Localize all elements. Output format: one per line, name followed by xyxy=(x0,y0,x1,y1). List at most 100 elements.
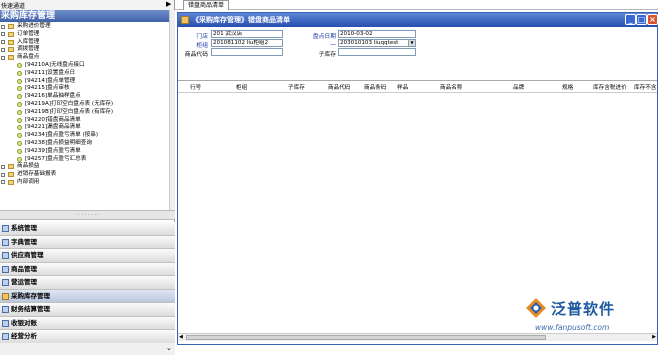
col-header-brand[interactable]: 品牌 xyxy=(513,83,524,91)
tree-label: [94216]单品抽样盘点 xyxy=(25,93,81,100)
module-menu-item[interactable]: 字典管理 xyxy=(0,235,175,249)
tree-item[interactable]: [94210A]无线盘点接口 xyxy=(0,62,169,70)
tree-item[interactable]: [94216]单品抽样盘点 xyxy=(0,93,169,101)
top-bar: 快速通道 ▶ 错盘商品清单 xyxy=(0,0,658,10)
tree-folder[interactable]: 商品盘点 xyxy=(0,54,169,62)
expand-icon[interactable] xyxy=(1,47,5,52)
report-icon xyxy=(17,70,22,76)
tree-item[interactable]: [94221]漏盘商品清单 xyxy=(0,124,169,132)
report-icon xyxy=(17,101,22,107)
sidebar-splitter[interactable]: · · · · · · · · xyxy=(0,210,175,220)
report-icon xyxy=(17,62,22,68)
scroll-left-icon[interactable]: ◀ xyxy=(179,334,183,340)
module-menu-item[interactable]: 收银对账 xyxy=(0,316,175,330)
sidebar-scrollbar[interactable] xyxy=(169,10,175,210)
tree-item[interactable]: [94219A]打印空白盘点表 (无库存) xyxy=(0,101,169,109)
expand-arrow-icon[interactable]: ▶ xyxy=(166,0,171,8)
tree-folder[interactable]: 内部调用 xyxy=(0,179,169,187)
window-titlebar[interactable]: 《采购库存管理》错盘商品清单 _ □ × xyxy=(178,13,658,27)
close-button[interactable]: × xyxy=(647,14,658,25)
chevron-down-icon[interactable]: ▼ xyxy=(408,40,415,46)
logo-text: 泛普软件 xyxy=(551,300,616,318)
module-menu-item[interactable]: 财务结算管理 xyxy=(0,303,175,317)
sub-inventory-input[interactable] xyxy=(338,48,416,56)
tree-item[interactable]: [94215]盘点审核 xyxy=(0,85,169,93)
report-icon xyxy=(17,156,22,162)
module-menu-label: 采购库存管理 xyxy=(11,291,50,300)
report-icon xyxy=(17,109,22,115)
tree-label: 订单管理 xyxy=(17,30,40,37)
tree-item[interactable]: [94239]盘点盈亏清单 xyxy=(0,148,169,156)
sidebar-title: 采购库存管理 xyxy=(0,10,169,22)
tree-label: [94219B]打印空白盘点表 (有库存) xyxy=(25,108,114,115)
module-menu-label: 经营分析 xyxy=(11,332,37,340)
restore-button[interactable]: □ xyxy=(636,14,647,25)
folder-icon xyxy=(8,24,14,29)
tree-item[interactable]: [94211]设置盘点日 xyxy=(0,70,169,78)
chevron-down-icon[interactable]: ⌄ xyxy=(166,344,172,352)
folder-icon xyxy=(8,172,14,178)
module-menu-label: 收银对账 xyxy=(11,318,37,327)
tree-folder[interactable]: 订单管理 xyxy=(0,31,169,39)
window-app-icon xyxy=(181,16,189,24)
col-header-barcode[interactable]: 商品条码 xyxy=(364,83,386,91)
collapse-icon[interactable] xyxy=(1,55,5,60)
store-field[interactable]: 201 武汉店 xyxy=(211,30,283,38)
module-menu-item[interactable]: 营运管理 xyxy=(0,276,175,290)
col-header-product-name[interactable]: 商品名称 xyxy=(440,83,462,91)
tree-label: [94221]漏盘商品清单 xyxy=(25,124,81,131)
col-header-spec[interactable]: 规格 xyxy=(562,83,573,91)
nav-tree: 采购进价管理 订单管理 入库管理 调拨管理 商品盘点 [94210A]无线盘点接口 [942… xyxy=(0,23,169,187)
minimize-button[interactable]: _ xyxy=(625,14,636,25)
col-header-cabinet[interactable]: 柜组 xyxy=(236,83,247,91)
brand-logo: 泛普软件 www.fanpusoft.com xyxy=(525,297,658,337)
tree-folder[interactable]: 进销存基础报表 xyxy=(0,171,169,179)
expand-icon[interactable] xyxy=(1,32,5,37)
product-code-input[interactable] xyxy=(211,48,283,56)
col-header-product-code[interactable]: 商品代码 xyxy=(328,83,350,91)
module-icon xyxy=(2,265,9,273)
module-menu-item[interactable]: 商品管理 xyxy=(0,262,175,276)
module-icon xyxy=(2,238,9,246)
tree-folder[interactable]: 采购进价管理 xyxy=(0,23,169,31)
batch-select[interactable]: 203010103 liuqqtest ▼ xyxy=(338,39,416,47)
tree-item[interactable]: [94234]盘点盈亏清单 (按串) xyxy=(0,132,169,140)
tree-folder[interactable]: 商品损益 xyxy=(0,163,169,171)
report-icon xyxy=(17,125,22,131)
report-icon xyxy=(17,140,22,146)
query-form: 门店 201 武汉店 柜组 201081102 liu柜组2 商品代码 盘点日期… xyxy=(178,28,657,78)
col-header-cost-tax[interactable]: 库存含税进价 xyxy=(593,83,627,91)
report-icon xyxy=(17,94,22,100)
module-menu-item[interactable]: 经营分析 xyxy=(0,330,175,344)
count-date-field[interactable]: 2010-03-02 xyxy=(338,30,416,38)
folder-icon xyxy=(8,55,14,61)
tab-error-stock-list[interactable]: 错盘商品清单 xyxy=(183,0,230,10)
module-icon xyxy=(2,333,9,340)
result-grid[interactable]: 行号 柜组 子库存 商品代码 商品条码 样品 商品名称 品牌 规格 库存含税进价… xyxy=(178,80,657,334)
tree-label: 商品损益 xyxy=(17,163,40,170)
expand-icon[interactable] xyxy=(1,40,5,45)
product-code-label: 商品代码 xyxy=(184,52,208,58)
tree-item[interactable]: [94238]盘点损益明细查询 xyxy=(0,140,169,148)
quick-channel[interactable]: 快速通道 ▶ xyxy=(0,0,175,10)
tree-item[interactable]: [94219B]打印空白盘点表 (有库存) xyxy=(0,109,169,117)
module-menu-item[interactable]: 系统管理 xyxy=(0,222,175,236)
tree-label: [94210A]无线盘点接口 xyxy=(25,61,85,68)
cabinet-field[interactable]: 201081102 liu柜组2 xyxy=(211,39,283,47)
expand-icon[interactable] xyxy=(1,24,5,29)
module-menu-item[interactable]: 采购库存管理 xyxy=(0,289,175,303)
expand-icon[interactable] xyxy=(1,164,5,169)
module-icon xyxy=(2,319,9,327)
col-header-sub-inventory[interactable]: 子库存 xyxy=(288,83,305,91)
expand-icon[interactable] xyxy=(1,180,5,185)
folder-icon xyxy=(8,47,14,53)
tree-label: [94215]盘点审核 xyxy=(25,85,70,92)
module-icon xyxy=(2,292,9,300)
module-menu-item[interactable]: 供应商管理 xyxy=(0,249,175,263)
col-header-row-no[interactable]: 行号 xyxy=(190,83,201,91)
col-header-cost-notax[interactable]: 库存不含 xyxy=(634,83,656,91)
scroll-thumb[interactable] xyxy=(186,335,546,340)
col-header-sample[interactable]: 样品 xyxy=(397,83,408,91)
tree-label: [94219A]打印空白盘点表 (无库存) xyxy=(25,100,114,107)
expand-icon[interactable] xyxy=(1,172,5,177)
